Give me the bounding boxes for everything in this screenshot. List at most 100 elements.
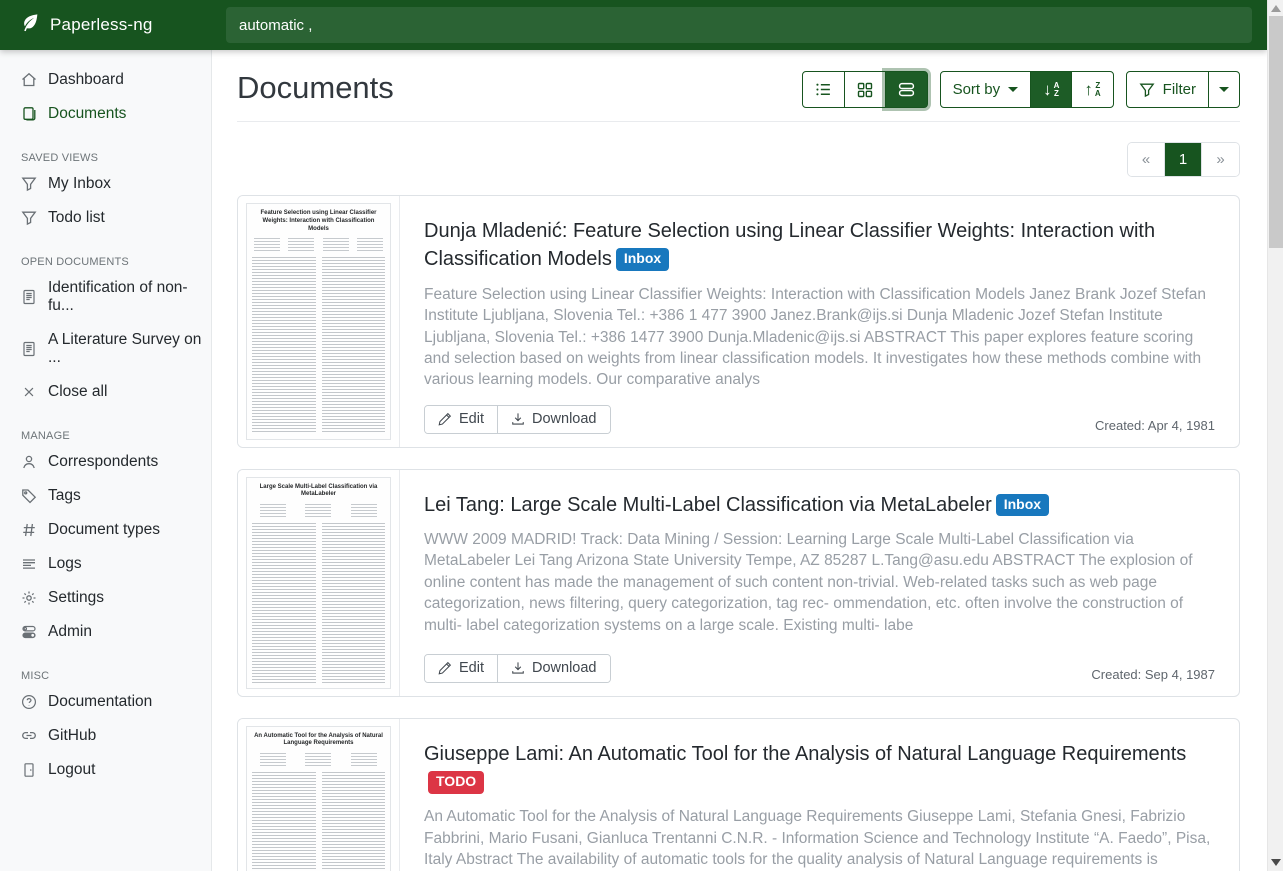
sidebar-section-heading: OPEN DOCUMENTS bbox=[0, 256, 211, 268]
scrollbar-down-arrow[interactable] bbox=[1271, 859, 1281, 866]
sidebar-item-label: GitHub bbox=[48, 727, 96, 745]
sort-group: Sort by ↓ AZ ↑ ZA bbox=[940, 71, 1114, 108]
edit-button[interactable]: Edit bbox=[425, 655, 497, 682]
toggles-icon bbox=[21, 624, 37, 640]
sort-ascending-button[interactable]: ↓ AZ bbox=[1030, 71, 1072, 108]
tag-badge-todo[interactable]: TODO bbox=[428, 771, 484, 794]
document-title[interactable]: Dunja Mladenić: Feature Selection using … bbox=[424, 217, 1215, 274]
sidebar-item-label: Close all bbox=[48, 383, 107, 401]
document-card-body: Giuseppe Lami: An Automatic Tool for the… bbox=[400, 719, 1239, 871]
top-navbar: Paperless-ng bbox=[0, 0, 1267, 50]
details-view-icon bbox=[898, 81, 915, 98]
card-footer: Edit Download Created: Sep 4, 1987 bbox=[424, 654, 1215, 683]
details-view-button[interactable] bbox=[885, 71, 928, 108]
document-thumbnail[interactable]: Feature Selection using Linear Classifie… bbox=[238, 196, 400, 447]
sidebar-item-documentation[interactable]: Documentation bbox=[0, 685, 211, 719]
document-title[interactable]: Lei Tang: Large Scale Multi-Label Classi… bbox=[424, 491, 1215, 519]
door-icon bbox=[21, 762, 37, 778]
download-icon bbox=[511, 661, 525, 675]
sidebar-item-close-all[interactable]: Close all bbox=[0, 375, 211, 409]
sort-letters-za: ZA bbox=[1095, 82, 1101, 98]
scrollbar-up-arrow[interactable] bbox=[1271, 5, 1281, 12]
document-card-body: Lei Tang: Large Scale Multi-Label Classi… bbox=[400, 470, 1239, 696]
document-card-body: Dunja Mladenić: Feature Selection using … bbox=[400, 196, 1239, 447]
thumbnail-columns bbox=[252, 257, 385, 433]
sort-by-label: Sort by bbox=[953, 81, 1001, 98]
sidebar-item-open-doc-1[interactable]: Identification of non-fu... bbox=[0, 271, 211, 323]
person-icon bbox=[21, 454, 37, 470]
download-button[interactable]: Download bbox=[497, 406, 610, 433]
sort-descending-button[interactable]: ↑ ZA bbox=[1071, 71, 1113, 108]
sidebar-item-logout[interactable]: Logout bbox=[0, 753, 211, 787]
text-lines-icon bbox=[21, 556, 37, 572]
brand-name: Paperless-ng bbox=[50, 15, 153, 35]
sidebar-item-label: Admin bbox=[48, 623, 92, 641]
document-excerpt: An Automatic Tool for the Analysis of Na… bbox=[424, 806, 1215, 871]
thumbnail-columns bbox=[252, 523, 385, 682]
funnel-icon bbox=[1139, 82, 1155, 98]
sidebar-item-label: Logs bbox=[48, 555, 82, 573]
filter-dropdown-button[interactable] bbox=[1208, 71, 1240, 108]
search-input[interactable] bbox=[226, 7, 1252, 43]
file-text-icon bbox=[21, 289, 37, 305]
document-list: Feature Selection using Linear Classifie… bbox=[237, 195, 1240, 871]
sidebar-item-logs[interactable]: Logs bbox=[0, 547, 211, 581]
pagination: « 1 » bbox=[1127, 142, 1240, 177]
thumbnail-title: An Automatic Tool for the Analysis of Na… bbox=[252, 733, 385, 749]
sidebar-item-label: Tags bbox=[48, 487, 81, 505]
sidebar-item-todo-list[interactable]: Todo list bbox=[0, 201, 211, 235]
tag-badge-inbox[interactable]: Inbox bbox=[616, 248, 669, 271]
filter-button[interactable]: Filter bbox=[1126, 71, 1209, 108]
document-thumbnail[interactable]: An Automatic Tool for the Analysis of Na… bbox=[238, 719, 400, 871]
sidebar-item-correspondents[interactable]: Correspondents bbox=[0, 445, 211, 479]
sidebar-item-label: A Literature Survey on ... bbox=[48, 331, 203, 367]
document-actions: Edit Download bbox=[424, 654, 611, 683]
tag-badge-inbox[interactable]: Inbox bbox=[996, 494, 1049, 517]
sidebar-item-dashboard[interactable]: Dashboard bbox=[0, 63, 211, 97]
sidebar-item-open-doc-2[interactable]: A Literature Survey on ... bbox=[0, 323, 211, 375]
thumbnail-title: Large Scale Multi-Label Classification v… bbox=[252, 484, 385, 500]
sidebar-item-settings[interactable]: Settings bbox=[0, 581, 211, 615]
funnel-icon bbox=[21, 210, 37, 226]
thumbnail-page: Feature Selection using Linear Classifie… bbox=[246, 203, 391, 440]
paperless-app: Paperless-ng Dashboard Documents SAVED V… bbox=[0, 0, 1283, 871]
scrollbar-thumb[interactable] bbox=[1269, 16, 1283, 248]
thumbnail-columns bbox=[252, 772, 385, 871]
document-thumbnail[interactable]: Large Scale Multi-Label Classification v… bbox=[238, 470, 400, 696]
hash-icon bbox=[21, 522, 37, 538]
brand[interactable]: Paperless-ng bbox=[0, 13, 211, 37]
document-card: An Automatic Tool for the Analysis of Na… bbox=[237, 718, 1240, 871]
view-toggle-group bbox=[802, 71, 928, 108]
link-icon bbox=[21, 728, 37, 744]
file-text-icon bbox=[21, 341, 37, 357]
sidebar-item-documents[interactable]: Documents bbox=[0, 97, 211, 131]
sort-letters-az: AZ bbox=[1054, 82, 1060, 98]
created-date: Created: Apr 4, 1981 bbox=[1095, 418, 1215, 434]
tag-icon bbox=[21, 488, 37, 504]
pencil-icon bbox=[438, 661, 452, 675]
download-button[interactable]: Download bbox=[497, 655, 610, 682]
sidebar-item-my-inbox[interactable]: My Inbox bbox=[0, 167, 211, 201]
pagination-prev[interactable]: « bbox=[1128, 143, 1165, 176]
pagination-next[interactable]: » bbox=[1202, 143, 1239, 176]
document-title[interactable]: Giuseppe Lami: An Automatic Tool for the… bbox=[424, 740, 1215, 797]
sidebar-section-heading: SAVED VIEWS bbox=[0, 152, 211, 164]
pagination-page-1[interactable]: 1 bbox=[1165, 143, 1202, 176]
document-excerpt: WWW 2009 MADRID! Track: Data Mining / Se… bbox=[424, 529, 1215, 636]
vertical-scrollbar bbox=[1267, 0, 1283, 871]
list-view-button[interactable] bbox=[802, 71, 845, 108]
close-icon bbox=[21, 384, 37, 400]
edit-button[interactable]: Edit bbox=[425, 406, 497, 433]
sidebar-item-github[interactable]: GitHub bbox=[0, 719, 211, 753]
leaf-logo-icon bbox=[20, 13, 39, 37]
grid-view-button[interactable] bbox=[844, 71, 886, 108]
sidebar-item-document-types[interactable]: Document types bbox=[0, 513, 211, 547]
card-footer: Edit Download Created: Apr 4, 1981 bbox=[424, 405, 1215, 434]
filter-group: Filter bbox=[1126, 71, 1240, 108]
sidebar-item-tags[interactable]: Tags bbox=[0, 479, 211, 513]
chevron-down-icon bbox=[1008, 87, 1018, 92]
sidebar-item-label: My Inbox bbox=[48, 175, 111, 193]
sort-by-button[interactable]: Sort by bbox=[940, 71, 1032, 108]
sort-alpha-up-icon: ↑ bbox=[1084, 81, 1093, 98]
sidebar-item-admin[interactable]: Admin bbox=[0, 615, 211, 649]
